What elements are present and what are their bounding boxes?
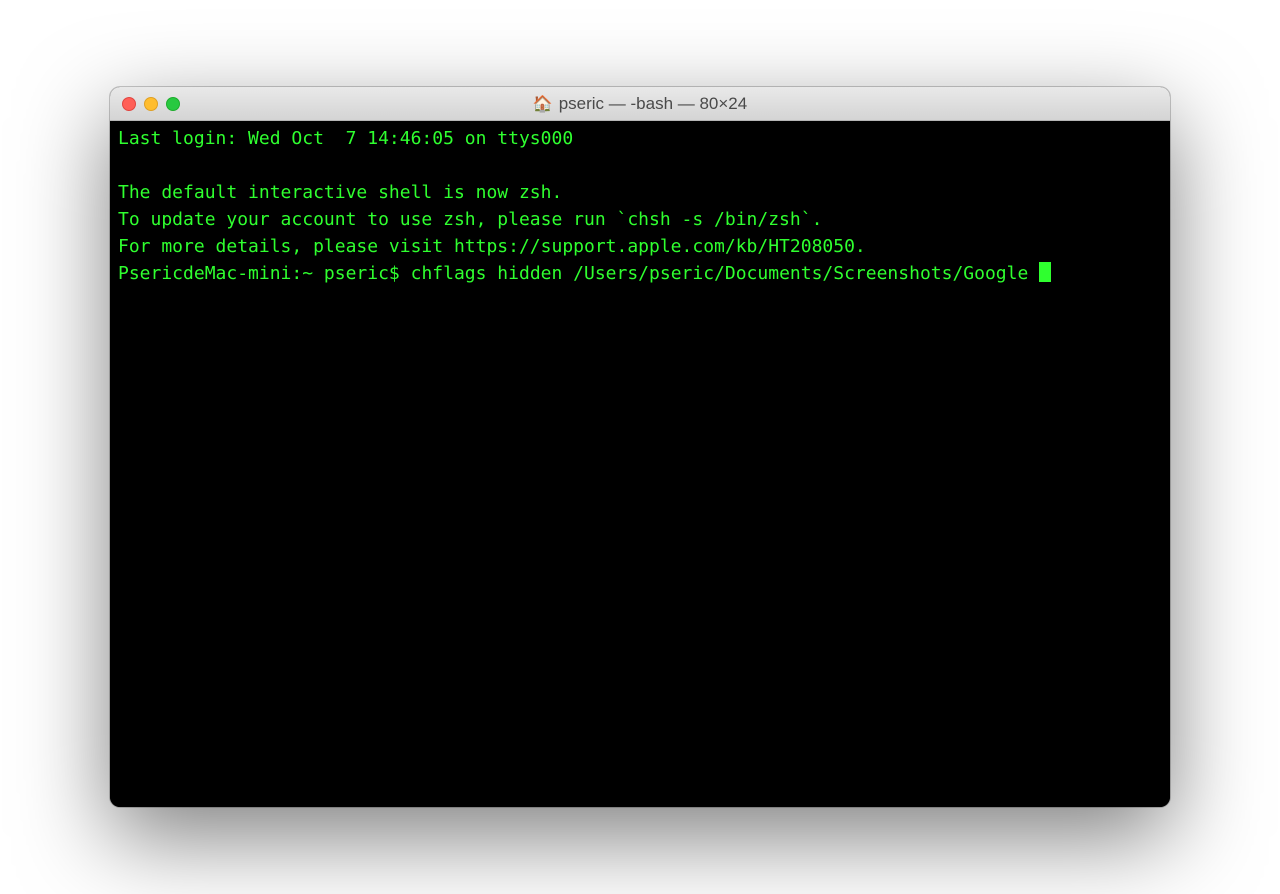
minimize-button[interactable] — [144, 97, 158, 111]
window-title-text: pseric — -bash — 80×24 — [559, 94, 748, 114]
zsh-message-1: The default interactive shell is now zsh… — [118, 182, 562, 203]
traffic-lights — [122, 97, 180, 111]
zoom-button[interactable] — [166, 97, 180, 111]
window-title: 🏠 pseric — -bash — 80×24 — [533, 94, 747, 114]
terminal-body[interactable]: Last login: Wed Oct 7 14:46:05 on ttys00… — [110, 121, 1170, 807]
prompt-line: PsericdeMac-mini:~ pseric$ chflags hidde… — [118, 263, 1051, 284]
close-button[interactable] — [122, 97, 136, 111]
home-folder-icon: 🏠 — [533, 94, 553, 114]
shell-prompt: PsericdeMac-mini:~ pseric$ — [118, 263, 411, 284]
zsh-message-3: For more details, please visit https://s… — [118, 236, 866, 257]
typed-command: chflags hidden /Users/pseric/Documents/S… — [411, 263, 1040, 284]
terminal-window: 🏠 pseric — -bash — 80×24 Last login: Wed… — [110, 87, 1170, 807]
zsh-message-2: To update your account to use zsh, pleas… — [118, 209, 822, 230]
titlebar: 🏠 pseric — -bash — 80×24 — [110, 87, 1170, 121]
last-login-line: Last login: Wed Oct 7 14:46:05 on ttys00… — [118, 128, 573, 149]
cursor — [1039, 262, 1051, 282]
